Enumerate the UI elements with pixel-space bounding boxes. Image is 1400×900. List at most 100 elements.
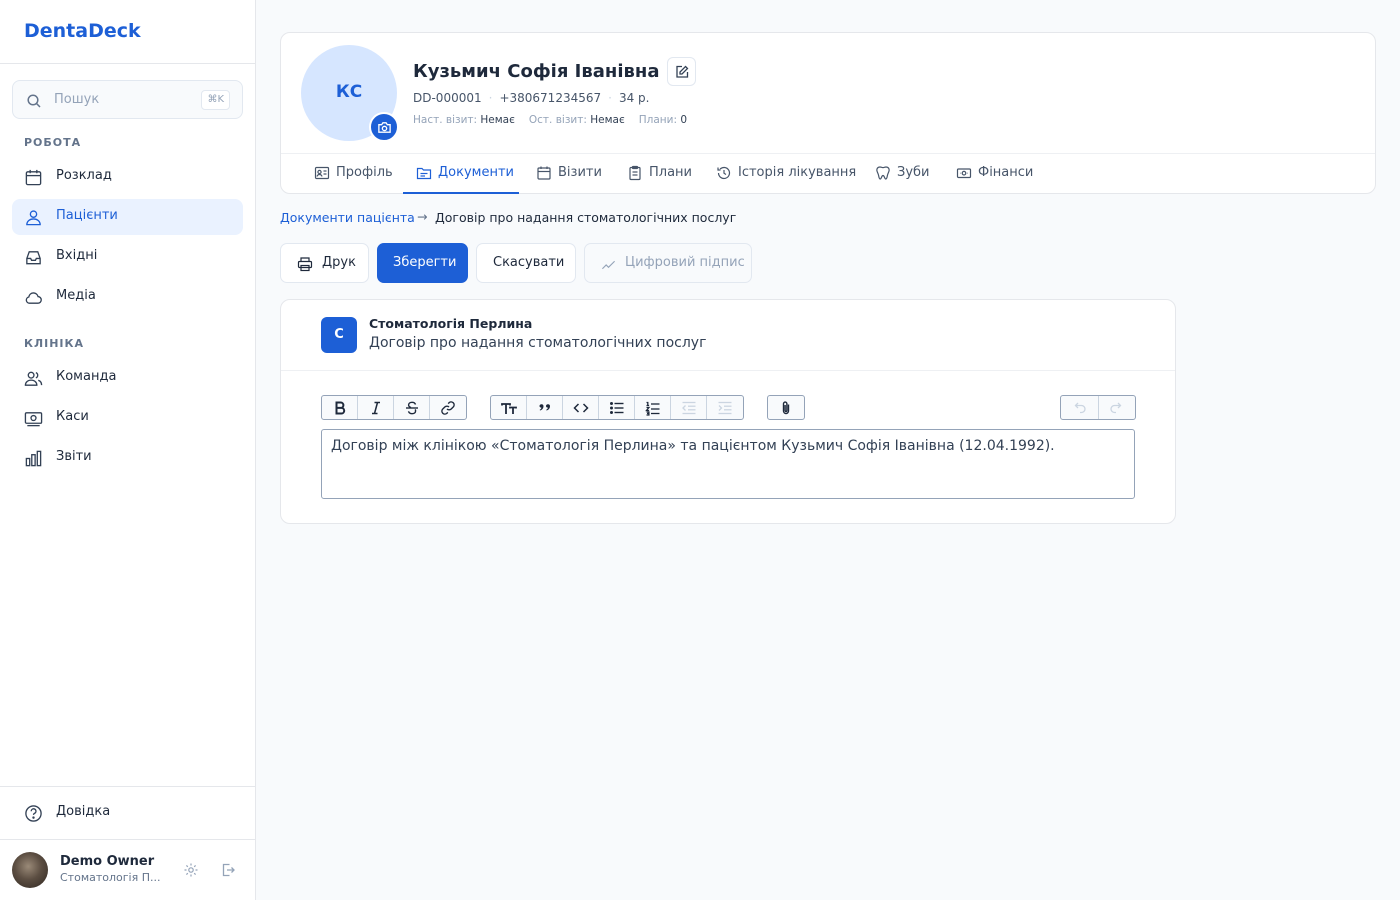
section-label-work: РОБОТА [24, 136, 82, 149]
bullet-list-icon [610, 402, 624, 414]
undo-button[interactable] [1061, 396, 1099, 419]
toolbar-attach-group [767, 395, 805, 420]
search-shortcut: ⌘K [201, 90, 230, 110]
sidebar: DentaDeck Пошук ⌘K РОБОТА Розклад Пацієн… [0, 0, 256, 900]
change-photo-button[interactable] [369, 112, 399, 142]
tab-label: Історія лікування [738, 165, 857, 180]
strikethrough-icon [406, 401, 418, 415]
sidebar-item-label: Команда [56, 369, 117, 384]
cancel-button[interactable]: Скасувати [476, 243, 576, 283]
patient-id: DD-000001 [413, 91, 482, 105]
undo-icon [1074, 402, 1086, 414]
user-name: Demo Owner [60, 854, 155, 869]
document-body[interactable]: Договір між клінікою «Стоматологія Перли… [331, 438, 1055, 454]
sidebar-item-schedule[interactable]: Розклад [12, 159, 243, 195]
edit-patient-button[interactable] [667, 57, 696, 86]
divider [281, 153, 1375, 154]
indent-icon [718, 401, 732, 415]
team-icon [24, 371, 43, 386]
tab-label: Фінанси [978, 165, 1034, 180]
tab-label: Плани [649, 165, 692, 180]
sidebar-item-label: Розклад [56, 168, 112, 183]
next-visit-label: Наст. візит: [413, 114, 478, 126]
strikethrough-button[interactable] [394, 396, 430, 419]
document-editor[interactable]: Договір між клінікою «Стоматологія Перли… [321, 429, 1135, 499]
printer-icon [297, 257, 313, 272]
sidebar-item-reports[interactable]: Звіти [12, 440, 243, 476]
print-button[interactable]: Друк [280, 243, 369, 283]
ordered-list-icon [645, 401, 660, 416]
calendar-icon [25, 169, 42, 186]
sidebar-item-patients[interactable]: Пацієнти [12, 199, 243, 235]
toolbar-history-group [1060, 395, 1136, 420]
bold-button[interactable] [322, 396, 358, 419]
money-icon [956, 168, 972, 179]
calendar-icon [537, 166, 551, 180]
sidebar-item-label: Каси [56, 409, 89, 424]
sidebar-item-media[interactable]: Медіа [12, 279, 243, 315]
sidebar-item-label: Пацієнти [56, 208, 118, 223]
breadcrumb-current: Договір про надання стоматологічних посл… [435, 210, 737, 225]
last-visit-label: Ост. візит: [528, 114, 587, 126]
redo-button[interactable] [1099, 396, 1135, 419]
user-clinic: Стоматологія П... [60, 871, 161, 884]
sidebar-item-label: Довідка [56, 804, 111, 819]
divider [0, 839, 255, 840]
indent-button[interactable] [707, 396, 743, 419]
breadcrumb-arrow: → [417, 209, 428, 224]
chart-bars-icon [25, 450, 42, 467]
heading-button[interactable] [491, 396, 527, 419]
attach-button[interactable] [768, 396, 804, 419]
history-icon [717, 166, 731, 180]
quote-icon [539, 404, 550, 411]
plans-label: Плани: [638, 114, 677, 126]
patient-name: Кузьмич Софія Іванівна [413, 61, 660, 82]
patients-icon [26, 210, 41, 226]
sidebar-item-inbox[interactable]: Вхідні [12, 239, 243, 275]
breadcrumb-parent-link[interactable]: Документи пацієнта [280, 210, 415, 225]
link-button[interactable] [430, 396, 466, 419]
save-button[interactable]: Зберегти [377, 243, 468, 283]
help-icon [25, 805, 42, 822]
sidebar-item-label: Вхідні [56, 248, 98, 263]
avatar[interactable] [12, 852, 48, 888]
quote-button[interactable] [527, 396, 563, 419]
code-button[interactable] [563, 396, 599, 419]
sidebar-item-label: Звіти [56, 449, 92, 464]
divider [0, 63, 255, 64]
patient-header-card: КС Кузьмич Софія Іванівна DD-000001 · +380… [280, 32, 1376, 194]
bullet-list-button[interactable] [599, 396, 635, 419]
button-label: Друк [322, 255, 356, 270]
sidebar-item-team[interactable]: Команда [12, 360, 243, 396]
patient-age: 34 р. [618, 91, 650, 105]
italic-button[interactable] [358, 396, 394, 419]
outdent-button[interactable] [671, 396, 707, 419]
clipboard-icon [629, 165, 641, 181]
tooth-icon [876, 166, 890, 180]
link-icon [441, 401, 455, 415]
heading-icon [501, 403, 517, 414]
toolbar-format-group [321, 395, 467, 420]
outdent-icon [682, 401, 696, 415]
paperclip-icon [782, 401, 790, 415]
app-logo[interactable]: DentaDeck [24, 20, 141, 42]
pencil-icon [676, 65, 689, 78]
patient-meta: DD-000001 · +380671234567 · 34 р. [413, 91, 650, 105]
gear-icon[interactable] [183, 862, 199, 878]
sidebar-item-cash[interactable]: Каси [12, 400, 243, 436]
code-icon [573, 403, 589, 413]
digital-signature-button[interactable]: Цифровий підпис [584, 243, 752, 283]
logout-icon[interactable] [220, 862, 236, 878]
tab-label: Профіль [336, 165, 393, 180]
search-input[interactable]: Пошук ⌘K [12, 80, 243, 119]
next-visit-value: Немає [480, 114, 515, 126]
sidebar-item-help[interactable]: Довідка [12, 795, 243, 831]
active-tab-indicator [403, 192, 519, 194]
ordered-list-button[interactable] [635, 396, 671, 419]
divider [281, 370, 1175, 371]
document-title: Договір про надання стоматологічних посл… [369, 335, 707, 351]
toolbar-block-group [490, 395, 744, 420]
last-visit-value: Немає [590, 114, 625, 126]
cash-register-icon [24, 412, 43, 427]
patient-phone[interactable]: +380671234567 [499, 91, 601, 105]
